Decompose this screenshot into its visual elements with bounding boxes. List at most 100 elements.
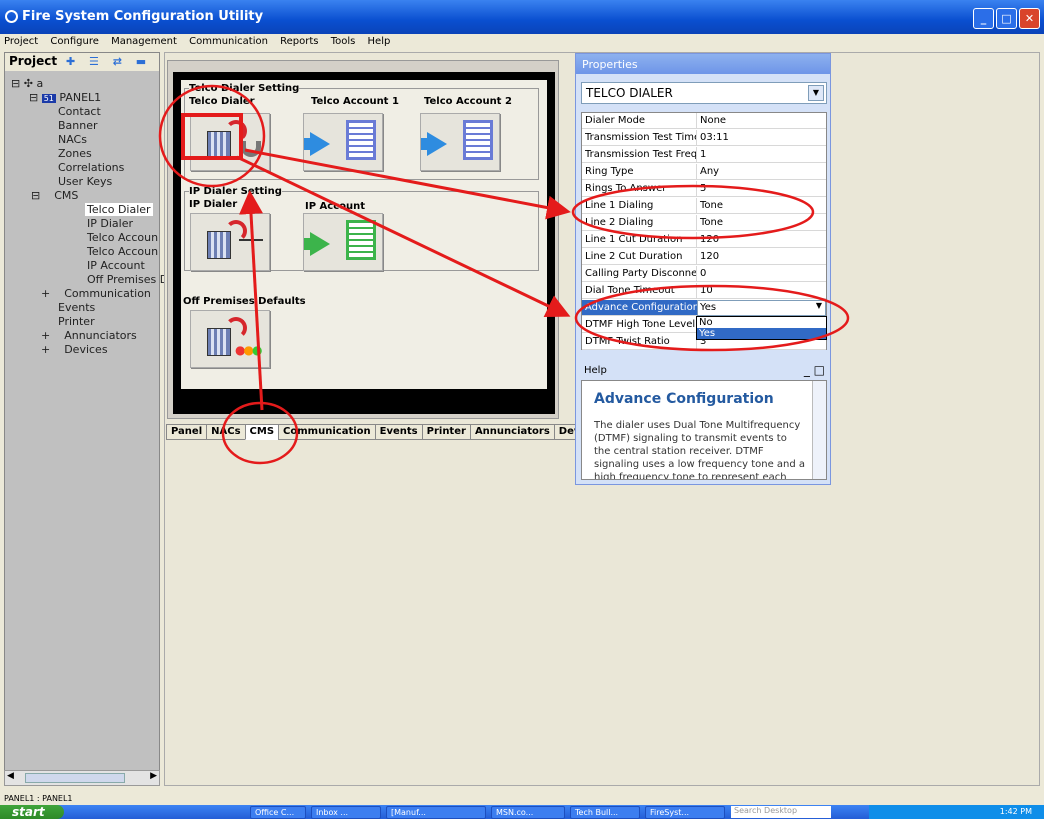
document-icon <box>463 120 493 160</box>
tree-node-events[interactable]: Events <box>58 301 95 314</box>
status-bar: PANEL1 : PANEL1 <box>0 794 1044 804</box>
taskbar-item[interactable]: MSN.co... <box>491 806 565 819</box>
clock: 1:42 PM <box>999 807 1032 816</box>
minimize-button[interactable]: _ <box>973 8 994 29</box>
properties-title: Properties <box>576 54 830 74</box>
tab-printer[interactable]: Printer <box>421 424 471 440</box>
property-row[interactable]: Line 1 Dialing Tone <box>582 198 826 214</box>
tab-events[interactable]: Events <box>374 424 423 440</box>
chevron-down-icon[interactable]: ▼ <box>808 85 824 101</box>
tree-node-correlations[interactable]: Correlations <box>58 161 124 174</box>
scroll-thumb[interactable] <box>25 773 125 783</box>
property-row[interactable]: Dialer Mode None <box>582 113 826 129</box>
traffic-light-icon: ●●● <box>235 343 263 357</box>
ip-account-tile[interactable] <box>303 213 383 271</box>
tree-node-panel1[interactable]: ⊟ 51 PANEL1 <box>29 91 101 104</box>
menu-reports[interactable]: Reports <box>280 36 318 47</box>
property-row[interactable]: Calling Party Disconnect 0 <box>582 266 826 282</box>
help-panel: Advance Configuration The dialer uses Du… <box>581 380 827 480</box>
property-row[interactable]: Transmission Test Frequenc1 <box>582 147 826 163</box>
panel-badge-icon: 51 <box>41 94 56 103</box>
ge-logo-icon <box>5 10 18 23</box>
dial-arrow-icon <box>225 120 247 142</box>
telco-dialer-tile[interactable] <box>190 113 270 171</box>
telco-account1-tile[interactable] <box>303 113 383 171</box>
property-grid: Dialer Mode None Transmission Test Time 03… <box>581 112 827 350</box>
property-row[interactable]: Ring Type Any <box>582 164 826 180</box>
window-title: Fire System Configuration Utility <box>22 9 264 24</box>
menu-bar: Project Configure Management Communicati… <box>0 34 1044 50</box>
telco-account2-label: Telco Account 2 <box>424 96 512 107</box>
telco-account2-tile[interactable] <box>420 113 500 171</box>
tree-node-zones[interactable]: Zones <box>58 147 92 160</box>
project-title: Project <box>9 54 58 68</box>
taskbar-item[interactable]: FireSyst... <box>645 806 725 819</box>
help-window-controls[interactable]: _ □ <box>804 363 825 377</box>
title-bar: Fire System Configuration Utility _ □ ✕ <box>0 0 1044 34</box>
tree-node-banner[interactable]: Banner <box>58 119 98 132</box>
menu-management[interactable]: Management <box>111 36 177 47</box>
menu-communication[interactable]: Communication <box>189 36 268 47</box>
property-row[interactable]: Transmission Test Time 03:11 <box>582 130 826 146</box>
tree-node-communication[interactable]: + Communication <box>41 287 151 300</box>
cms-panel: Telco Dialer Setting Telco Dialer Telco … <box>181 80 547 389</box>
value-dropdown[interactable] <box>697 300 826 316</box>
network-icon <box>239 239 263 263</box>
tab-cms[interactable]: CMS <box>244 424 280 440</box>
scroll-right-icon[interactable]: ▶ <box>150 771 157 781</box>
help-scrollbar[interactable] <box>812 381 826 479</box>
tree-node-telco-account-2[interactable]: Telco Accoun <box>87 245 158 258</box>
ip-dialer-tile[interactable] <box>190 213 270 271</box>
off-premises-tile[interactable]: ●●● <box>190 310 270 368</box>
object-selector[interactable]: TELCO DIALER ▼ <box>581 82 827 104</box>
tree-node-cms[interactable]: ⊟ CMS <box>31 189 78 202</box>
tree-node-nacs[interactable]: NACs <box>58 133 87 146</box>
tree-node-contact[interactable]: Contact <box>58 105 101 118</box>
chevron-down-icon[interactable]: ▼ <box>816 301 822 310</box>
maximize-button[interactable]: □ <box>996 8 1017 29</box>
help-header: Help _ □ <box>584 363 825 377</box>
menu-help[interactable]: Help <box>368 36 391 47</box>
tree-node-devices[interactable]: + Devices <box>41 343 108 356</box>
tree-node-root[interactable]: ⊟ ✣ a <box>11 77 43 90</box>
tree-node-annunciators[interactable]: + Annunciators <box>41 329 137 342</box>
tree-node-telco-account-1[interactable]: Telco Accoun <box>87 231 158 244</box>
taskbar-item[interactable]: Office C... <box>250 806 306 819</box>
tree-node-ip-dialer[interactable]: IP Dialer <box>87 217 133 230</box>
tree-node-off-premises[interactable]: Off Premises D <box>87 273 168 286</box>
project-toolbar-icons[interactable]: ✚ ☰ ⇄ ▬ <box>66 55 151 68</box>
menu-configure[interactable]: Configure <box>50 36 98 47</box>
dropdown-option-no[interactable]: No <box>697 317 826 328</box>
dropdown-option-yes[interactable]: Yes <box>697 328 826 339</box>
menu-project[interactable]: Project <box>4 36 38 47</box>
start-button[interactable]: start <box>0 805 64 819</box>
phone-icon <box>241 141 261 157</box>
tab-panel[interactable]: Panel <box>166 424 208 440</box>
scroll-left-icon[interactable]: ◀ <box>7 771 14 781</box>
taskbar-item[interactable]: Tech Bull... <box>570 806 640 819</box>
document-icon <box>346 220 376 260</box>
tab-communication[interactable]: Communication <box>278 424 376 440</box>
tab-nacs[interactable]: NACs <box>206 424 246 440</box>
tree-node-printer[interactable]: Printer <box>58 315 95 328</box>
desktop-search-input[interactable]: Search Desktop <box>731 806 831 818</box>
close-button[interactable]: ✕ <box>1019 8 1040 29</box>
taskbar-item[interactable]: Inbox ... <box>311 806 381 819</box>
tree-node-user-keys[interactable]: User Keys <box>58 175 112 188</box>
project-panel: Project ✚ ☰ ⇄ ▬ ⊟ ✣ a ⊟ 51 PANEL1 Contac… <box>4 52 168 786</box>
menu-tools[interactable]: Tools <box>331 36 356 47</box>
tab-annunciators[interactable]: Annunciators <box>469 424 555 440</box>
property-row[interactable]: Dial Tone Timeout 10 <box>582 283 826 299</box>
ip-account-label: IP Account <box>305 201 366 212</box>
document-icon <box>346 120 376 160</box>
tree-horizontal-scrollbar[interactable]: ◀ ▶ <box>4 770 160 786</box>
taskbar-item[interactable]: [Manuf... <box>386 806 486 819</box>
property-row-selected[interactable]: Advance Configuration Yes ▼ <box>582 300 826 316</box>
property-row[interactable]: Line 1 Cut Duration 120 <box>582 232 826 248</box>
property-row[interactable]: Line 2 Cut Duration 120 <box>582 249 826 265</box>
telco-account1-label: Telco Account 1 <box>311 96 399 107</box>
tree-node-ip-account[interactable]: IP Account <box>87 259 145 272</box>
property-row[interactable]: Rings To Answer 5 <box>582 181 826 197</box>
tree-node-telco-dialer[interactable]: Telco Dialer <box>85 203 153 216</box>
property-row[interactable]: Line 2 Dialing Tone <box>582 215 826 231</box>
